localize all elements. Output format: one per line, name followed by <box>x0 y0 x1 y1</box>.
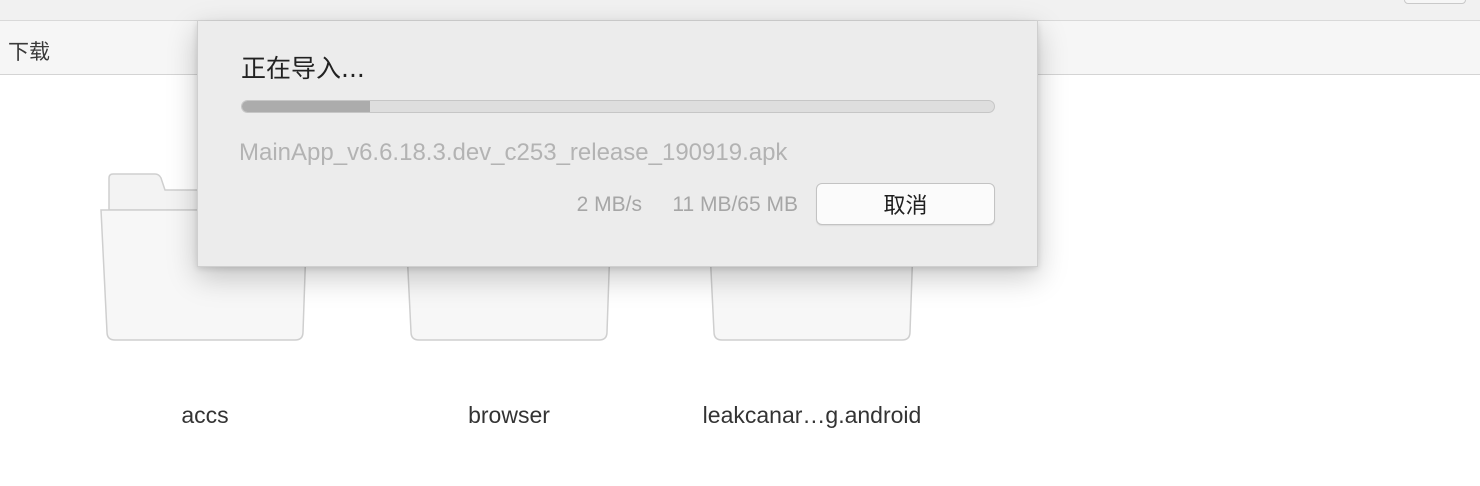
toolbar-control[interactable] <box>1404 0 1466 4</box>
folder-name-label: browser <box>468 402 550 428</box>
import-progress-dialog: 正在导入... MainApp_v6.6.18.3.dev_c253_relea… <box>197 21 1038 267</box>
import-progress-bar <box>241 100 995 113</box>
transfer-speed: 2 MB/s <box>576 193 642 216</box>
transfer-size: 11 MB/65 MB <box>672 193 798 216</box>
folder-name-label: leakcanar…g.android <box>702 402 922 428</box>
importing-file-name: MainApp_v6.6.18.3.dev_c253_release_19091… <box>239 139 788 166</box>
folder-name-label: accs <box>181 402 229 428</box>
progress-fill <box>242 101 370 112</box>
path-location-label: 下载 <box>8 40 50 64</box>
dialog-title: 正在导入... <box>241 54 365 83</box>
cancel-button[interactable]: 取消 <box>816 183 995 225</box>
window-toolbar <box>0 0 1480 21</box>
